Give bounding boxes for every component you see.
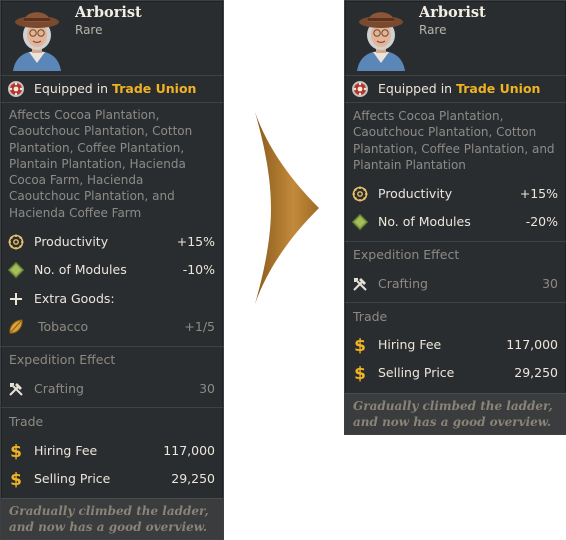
description-line: Hacienda Coffee Farm xyxy=(9,205,142,220)
equipped-row: Equipped in Trade Union xyxy=(1,76,223,103)
modules-label: No. of Modules xyxy=(378,214,471,229)
specialist-name: Arborist xyxy=(419,4,486,21)
equipped-building[interactable]: Trade Union xyxy=(112,81,196,96)
description-line: Affects Cocoa Plantation, xyxy=(353,109,504,123)
hiring-fee-value: 117,000 xyxy=(506,337,558,352)
divider xyxy=(345,302,566,303)
tobacco-label: Tobacco xyxy=(38,319,89,334)
trade-header: Trade xyxy=(9,414,44,429)
trade-union-icon xyxy=(351,80,369,98)
modules-value: -20% xyxy=(525,214,558,229)
divider xyxy=(1,346,223,347)
productivity-label: Productivity xyxy=(34,234,109,249)
crafting-value: 30 xyxy=(542,276,558,291)
description-line: Plantain Plantation xyxy=(353,157,466,172)
flavor-text: Gradually climbed the ladder, and now ha… xyxy=(1,498,223,539)
extra-goods-label: Extra Goods: xyxy=(34,291,115,306)
flavor-line: Gradually climbed the ladder, xyxy=(353,399,553,413)
rarity-label: Rare xyxy=(419,23,447,37)
flavor-text: Gradually climbed the ladder, and now ha… xyxy=(345,393,566,434)
description-line: Caoutchouc Plantation, and xyxy=(9,189,175,204)
tobacco-value: +1/5 xyxy=(184,319,215,334)
hiring-fee-row: Hiring Fee 117,000 xyxy=(345,335,566,355)
productivity-gear-icon xyxy=(351,185,369,203)
description-line: Plantation, Coffee Plantation, xyxy=(9,140,185,155)
selling-price-value: 29,250 xyxy=(514,365,558,380)
expedition-effect-header: Expedition Effect xyxy=(9,352,116,367)
description-line: Caoutchouc Plantation, Cotton xyxy=(9,124,193,139)
crafting-label: Crafting xyxy=(378,276,428,291)
tobacco-leaf-icon xyxy=(7,318,25,336)
hiring-fee-value: 117,000 xyxy=(163,443,215,458)
plus-icon xyxy=(7,290,25,308)
crafting-tools-icon xyxy=(351,275,369,293)
productivity-value: +15% xyxy=(176,234,215,249)
extra-goods-row: Extra Goods: xyxy=(1,289,223,309)
right-arrow-icon xyxy=(255,112,319,304)
crafting-value: 30 xyxy=(199,381,215,396)
trade-union-icon xyxy=(7,80,25,98)
dollar-icon xyxy=(7,442,25,460)
hiring-fee-label: Hiring Fee xyxy=(378,337,442,352)
selling-price-row: Selling Price 29,250 xyxy=(345,363,566,383)
modules-row: No. of Modules -10% xyxy=(1,260,223,280)
tobacco-row: Tobacco +1/5 xyxy=(1,317,223,337)
tooltip-card-left: Arborist Rare Equipped in Trade Union Af… xyxy=(0,0,224,540)
modules-leaf-icon xyxy=(351,213,369,231)
description: Affects Cocoa Plantation, Caoutchouc Pla… xyxy=(353,108,560,173)
modules-leaf-icon xyxy=(7,261,25,279)
equipped-prefix: Equipped in xyxy=(34,81,109,96)
specialist-name: Arborist xyxy=(75,4,142,21)
rarity-label: Rare xyxy=(75,23,103,37)
selling-price-label: Selling Price xyxy=(378,365,455,380)
productivity-row: Productivity +15% xyxy=(345,184,566,204)
hiring-fee-label: Hiring Fee xyxy=(34,443,98,458)
crafting-tools-icon xyxy=(7,380,25,398)
description-line: Affects Cocoa Plantation, xyxy=(9,108,160,122)
dollar-icon xyxy=(351,364,369,382)
crafting-row: Crafting 30 xyxy=(345,274,566,294)
selling-price-label: Selling Price xyxy=(34,471,111,486)
description-line: Plantation, Coffee Plantation, and xyxy=(353,141,555,156)
divider xyxy=(1,407,223,408)
productivity-value: +15% xyxy=(519,186,558,201)
description-line: Caoutchouc Plantation, Cotton xyxy=(353,125,537,140)
equipped-prefix: Equipped in xyxy=(378,81,453,96)
crafting-row: Crafting 30 xyxy=(1,379,223,399)
card-header: Arborist Rare xyxy=(345,1,566,76)
dollar-icon xyxy=(7,470,25,488)
selling-price-value: 29,250 xyxy=(171,471,215,486)
productivity-label: Productivity xyxy=(378,186,453,201)
trade-header: Trade xyxy=(353,309,388,324)
hiring-fee-row: Hiring Fee 117,000 xyxy=(1,441,223,461)
portrait-icon xyxy=(9,5,65,71)
description-line: Cocoa Farm, Hacienda xyxy=(9,173,144,188)
equipped-row: Equipped in Trade Union xyxy=(345,76,566,103)
crafting-label: Crafting xyxy=(34,381,84,396)
equipped-building[interactable]: Trade Union xyxy=(456,81,540,96)
selling-price-row: Selling Price 29,250 xyxy=(1,469,223,489)
productivity-row: Productivity +15% xyxy=(1,232,223,252)
portrait-icon xyxy=(353,5,409,71)
flavor-line: and now has a good overview. xyxy=(353,415,552,429)
description: Affects Cocoa Plantation, Caoutchouc Pla… xyxy=(9,107,217,221)
dollar-icon xyxy=(351,336,369,354)
card-header: Arborist Rare xyxy=(1,1,223,76)
expedition-effect-header: Expedition Effect xyxy=(353,247,460,262)
modules-label: No. of Modules xyxy=(34,262,127,277)
flavor-line: and now has a good overview. xyxy=(9,520,208,534)
divider xyxy=(345,241,566,242)
flavor-line: Gradually climbed the ladder, xyxy=(9,504,209,518)
modules-row: No. of Modules -20% xyxy=(345,212,566,232)
description-line: Plantain Plantation, Hacienda xyxy=(9,156,186,171)
modules-value: -10% xyxy=(182,262,215,277)
tooltip-card-right: Arborist Rare Equipped in Trade Union Af… xyxy=(344,0,566,435)
productivity-gear-icon xyxy=(7,233,25,251)
